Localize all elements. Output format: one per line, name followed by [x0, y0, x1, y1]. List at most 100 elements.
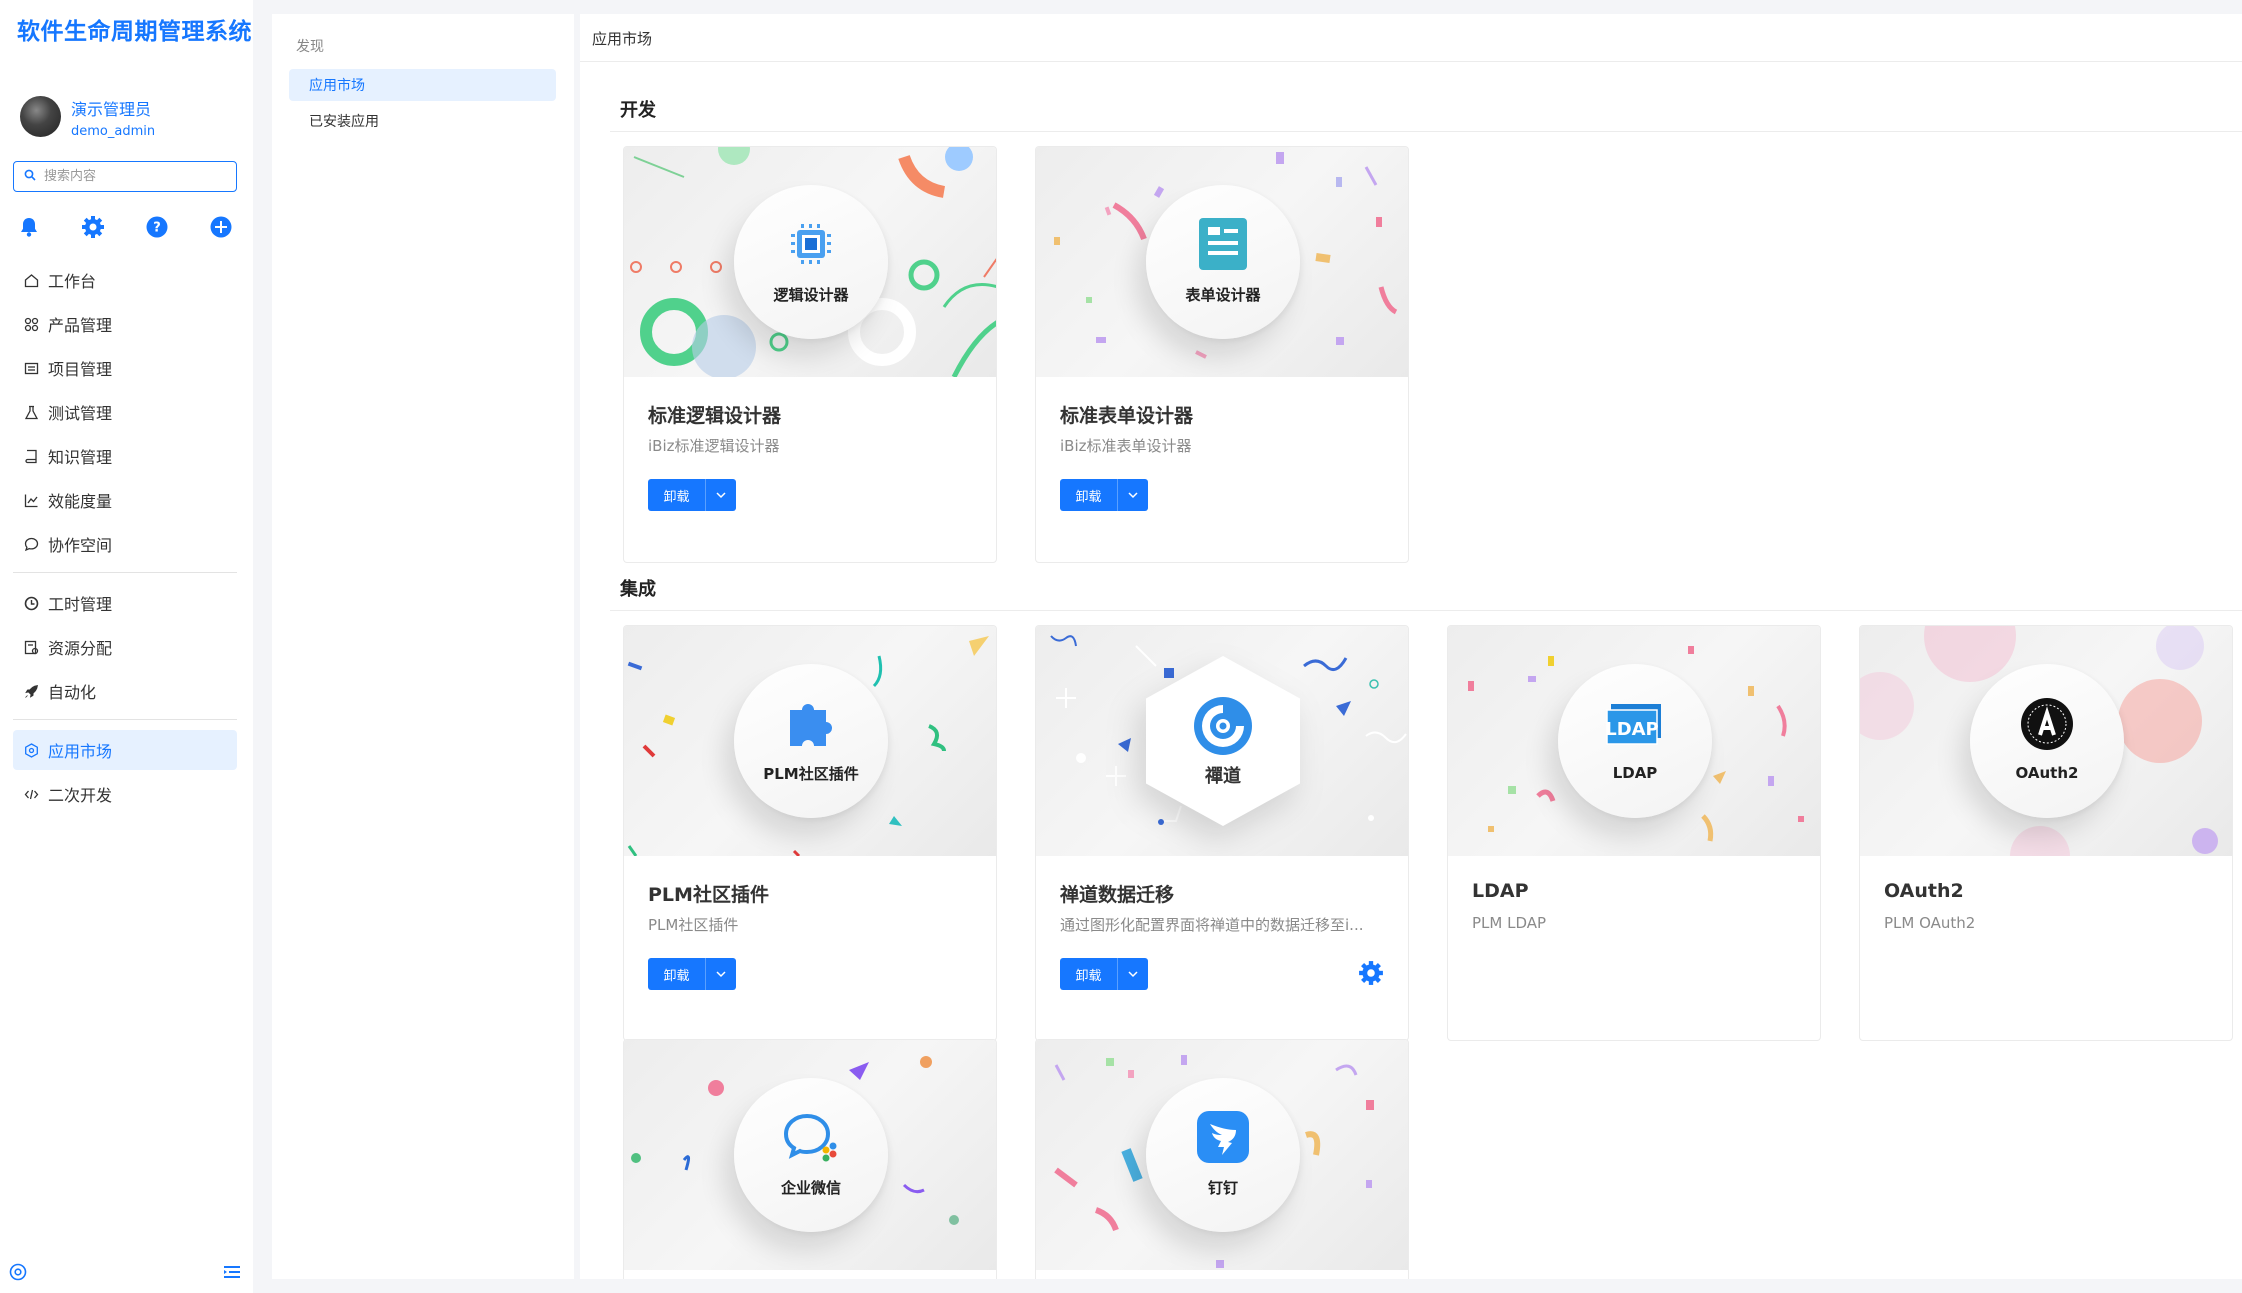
flask-icon: [23, 404, 39, 420]
chevron-down-icon[interactable]: [706, 958, 736, 990]
nav-item-product[interactable]: 产品管理: [13, 304, 237, 344]
app-card-zentao-migration[interactable]: 禪道 禅道数据迁移 通过图形化配置界面将禅道中的数据迁移至i... 卸载: [1035, 625, 1409, 1041]
sidebar: 软件生命周期管理系统 演示管理员 demo_admin ? 工作台 产品管理 项…: [0, 0, 253, 1293]
nav-label: 二次开发: [48, 786, 113, 805]
card-title: PLM社区插件: [648, 884, 769, 906]
nav-label: 工作台: [48, 272, 97, 291]
chevron-down-icon[interactable]: [706, 479, 736, 511]
uninstall-button[interactable]: 卸载: [1060, 479, 1118, 511]
badge-label: 钉钉: [1207, 1178, 1238, 1197]
resource-icon: [23, 639, 39, 655]
panel-item-installed[interactable]: 已安装应用: [289, 105, 556, 137]
section-divider: [610, 131, 2242, 132]
nav-label: 产品管理: [48, 316, 113, 335]
nav-label: 知识管理: [48, 448, 113, 467]
settings-circle-icon[interactable]: [8, 1262, 28, 1282]
user-id: demo_admin: [71, 124, 156, 139]
app-card-ldap[interactable]: LDAP LDAP LDAP PLM LDAP: [1447, 625, 1821, 1041]
user-name[interactable]: 演示管理员: [71, 96, 151, 120]
card-banner: PLM社区插件: [624, 626, 996, 856]
search-input[interactable]: [44, 166, 229, 187]
chevron-down-icon[interactable]: [1118, 958, 1148, 990]
gear-icon[interactable]: [80, 214, 106, 240]
search-icon: [24, 169, 36, 181]
app-badge: 逻辑设计器: [734, 185, 888, 339]
wecom-logo-icon: [779, 1105, 843, 1169]
project-icon: [23, 360, 39, 376]
collapse-menu-icon[interactable]: [222, 1262, 242, 1282]
card-description: 通过图形化配置界面将禅道中的数据迁移至i...: [1060, 916, 1364, 934]
app-card-wecom[interactable]: 企业微信: [623, 1039, 997, 1279]
uninstall-button[interactable]: 卸载: [648, 958, 706, 990]
nav-item-metrics[interactable]: 效能度量: [13, 480, 237, 520]
bell-icon[interactable]: [16, 214, 42, 240]
badge-label: 企业微信: [780, 1178, 841, 1197]
section-divider: [610, 610, 2242, 611]
nav-item-collab[interactable]: 协作空间: [13, 524, 237, 564]
badge-label: 禪道: [1205, 766, 1241, 787]
clock-icon: [23, 595, 39, 611]
card-banner: OAuth2: [1860, 626, 2232, 856]
nav-item-worktime[interactable]: 工时管理: [13, 583, 237, 623]
badge-label: OAuth2: [2015, 764, 2079, 782]
section-title-integration: 集成: [620, 579, 656, 600]
nav-item-automation[interactable]: 自动化: [13, 671, 237, 711]
card-title: 标准逻辑设计器: [648, 405, 782, 427]
uninstall-button[interactable]: 卸载: [1060, 958, 1118, 990]
nav-item-project[interactable]: 项目管理: [13, 348, 237, 388]
app-badge: 企业微信: [734, 1078, 888, 1232]
app-card-plm-plugin[interactable]: PLM社区插件 PLM社区插件 PLM社区插件 卸载: [623, 625, 997, 1041]
card-description: iBiz标准逻辑设计器: [648, 437, 780, 455]
header-divider: [580, 61, 2242, 62]
market-icon: [23, 742, 39, 758]
nav-item-test[interactable]: 测试管理: [13, 392, 237, 432]
uninstall-button[interactable]: 卸载: [648, 479, 706, 511]
nav-item-resource[interactable]: 资源分配: [13, 627, 237, 667]
breadcrumb: 应用市场: [592, 30, 653, 48]
chat-icon: [23, 536, 39, 552]
app-card-logic-designer[interactable]: 逻辑设计器 标准逻辑设计器 iBiz标准逻辑设计器 卸载: [623, 146, 997, 563]
search-box[interactable]: [13, 161, 237, 192]
app-badge: PLM社区插件: [734, 664, 888, 818]
app-badge: 禪道: [1146, 656, 1300, 826]
card-description: PLM LDAP: [1472, 914, 1547, 932]
card-banner: 表单设计器: [1036, 147, 1408, 377]
panel-title: 发现: [296, 39, 324, 55]
badge-label: 表单设计器: [1185, 285, 1261, 304]
card-banner: LDAP LDAP: [1448, 626, 1820, 856]
nav-label: 项目管理: [48, 360, 113, 379]
rocket-icon: [23, 683, 39, 699]
chevron-down-icon[interactable]: [1118, 479, 1148, 511]
chart-icon: [23, 492, 39, 508]
card-description: PLM社区插件: [648, 916, 739, 934]
card-banner: 钉钉: [1036, 1040, 1408, 1270]
nav-item-knowledge[interactable]: 知识管理: [13, 436, 237, 476]
nav-divider: [13, 719, 237, 720]
app-badge: 钉钉: [1146, 1078, 1300, 1232]
card-title: OAuth2: [1884, 880, 1964, 902]
app-card-form-designer[interactable]: 表单设计器 标准表单设计器 iBiz标准表单设计器 卸载: [1035, 146, 1409, 563]
add-icon[interactable]: [208, 214, 234, 240]
nav-item-market[interactable]: 应用市场: [13, 730, 237, 770]
avatar[interactable]: [20, 96, 61, 137]
nav-label: 效能度量: [48, 492, 113, 511]
nav-item-workbench[interactable]: 工作台: [13, 260, 237, 300]
app-badge: LDAP LDAP: [1558, 664, 1712, 818]
nav-item-secondary-dev[interactable]: 二次开发: [13, 774, 237, 814]
card-banner: 禪道: [1036, 626, 1408, 856]
uninstall-button-group: 卸载: [648, 958, 736, 990]
chip-icon: [779, 212, 843, 276]
card-description: iBiz标准表单设计器: [1060, 437, 1192, 455]
form-icon: [1191, 212, 1255, 276]
card-title: 标准表单设计器: [1060, 405, 1194, 427]
app-card-oauth2[interactable]: OAuth2 OAuth2 PLM OAuth2: [1859, 625, 2233, 1041]
gear-icon[interactable]: [1358, 960, 1384, 986]
help-icon[interactable]: ?: [144, 214, 170, 240]
product-icon: [23, 316, 39, 332]
nav-label: 工时管理: [48, 595, 113, 614]
nav-label: 测试管理: [48, 404, 113, 423]
panel-item-market[interactable]: 应用市场: [289, 69, 556, 101]
code-icon: [23, 786, 39, 802]
app-card-dingtalk[interactable]: 钉钉: [1035, 1039, 1409, 1279]
nav-label: 自动化: [48, 683, 97, 702]
